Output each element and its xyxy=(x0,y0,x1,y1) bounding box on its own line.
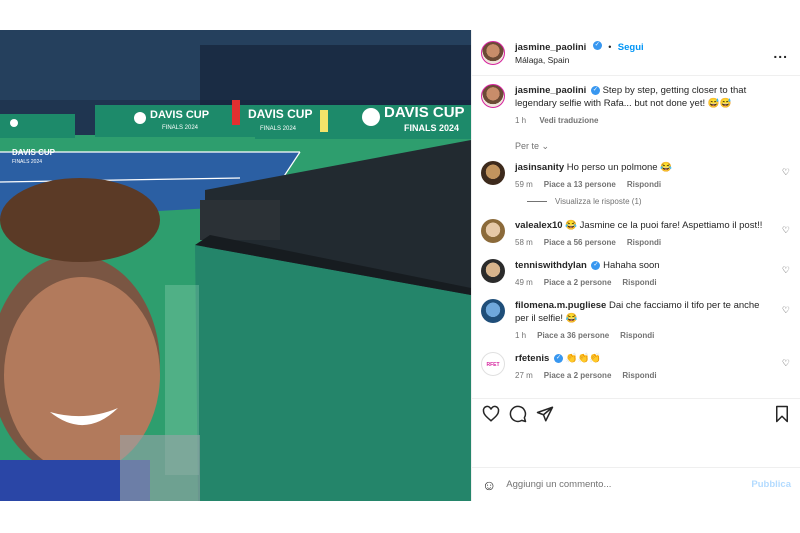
emoji-icon[interactable]: ☺ xyxy=(482,477,496,493)
comment-icon[interactable] xyxy=(509,405,527,423)
like-comment-icon[interactable]: ♡ xyxy=(782,305,790,316)
more-options-icon[interactable]: ... xyxy=(773,45,788,61)
commenter-avatar[interactable] xyxy=(481,161,505,185)
comments-list[interactable]: jasmine_paolini ✓ Step by step, getting … xyxy=(472,76,800,399)
reply-button[interactable]: Rispondi xyxy=(627,180,661,189)
comment-time[interactable]: 59 m xyxy=(515,180,533,189)
post-header: jasmine_paolini ✓ • Segui Málaga, Spain … xyxy=(472,30,800,76)
banner-mid-text: DAVIS CUP FINALS 2024 xyxy=(150,109,210,132)
reply-button[interactable]: Rispondi xyxy=(620,331,654,340)
comment-username[interactable]: tenniswithdylan xyxy=(515,260,587,271)
reply-button[interactable]: Rispondi xyxy=(622,371,656,380)
comment-username[interactable]: valealex10 xyxy=(515,220,563,231)
post-actions-bar xyxy=(472,398,800,428)
caption-username[interactable]: jasmine_paolini xyxy=(515,85,586,96)
comment-username[interactable]: rfetenis xyxy=(515,353,549,364)
verified-icon: ✓ xyxy=(590,85,600,95)
comment-username[interactable]: filomena.m.pugliese xyxy=(515,300,606,311)
banner-right-text: DAVIS CUP FINALS 2024 xyxy=(384,104,465,133)
bookmark-icon[interactable] xyxy=(773,405,791,423)
verified-icon: ✓ xyxy=(553,353,563,363)
comment-likes[interactable]: Piace a 2 persone xyxy=(544,278,612,287)
comment-time[interactable]: 49 m xyxy=(515,278,533,287)
comment-time[interactable]: 27 m xyxy=(515,371,533,380)
author-avatar[interactable] xyxy=(481,40,505,65)
heart-icon[interactable] xyxy=(482,405,500,423)
comment-text: 👏👏👏 xyxy=(565,353,602,364)
like-comment-icon[interactable]: ♡ xyxy=(782,265,790,276)
comment-time[interactable]: 58 m xyxy=(515,238,533,247)
separator-dot: • xyxy=(608,41,612,52)
comment-item: valealex10 😂 Jasmine ce la puoi fare! As… xyxy=(481,219,790,247)
commenter-avatar[interactable] xyxy=(481,219,505,243)
comment-username[interactable]: jasinsanity xyxy=(515,162,564,173)
comment-likes[interactable]: Piace a 36 persone xyxy=(537,331,609,340)
view-replies-link[interactable]: Visualizza le risposte (1) xyxy=(527,197,790,206)
comment-item: filomena.m.pugliese Dai che facciamo il … xyxy=(481,299,790,340)
like-comment-icon[interactable]: ♡ xyxy=(782,225,790,236)
caption-time[interactable]: 1 h xyxy=(515,116,526,125)
see-translation-link[interactable]: Vedi traduzione xyxy=(539,116,598,125)
reply-button[interactable]: Rispondi xyxy=(627,238,661,247)
comment-text: Ho perso un polmone 😂 xyxy=(566,162,673,173)
banner-left-text: DAVIS CUP FINALS 2024 xyxy=(248,107,313,132)
add-comment-bar: ☺ Pubblica xyxy=(472,467,800,501)
like-comment-icon[interactable]: ♡ xyxy=(782,358,790,369)
comment-likes[interactable]: Piace a 56 persone xyxy=(544,238,616,247)
instagram-post-page: DAVIS CUP FINALS 2024 DAVIS CUP FINALS 202… xyxy=(0,0,800,533)
post-header-info: jasmine_paolini ✓ • Segui Málaga, Spain xyxy=(515,39,773,67)
verified-icon: ✓ xyxy=(592,40,602,50)
add-comment-input[interactable] xyxy=(506,479,752,490)
comment-text: Hahaha soon xyxy=(603,260,660,271)
verified-icon: ✓ xyxy=(591,260,601,270)
like-comment-icon[interactable]: ♡ xyxy=(782,167,790,178)
comment-item: RFET rfetenis ✓ 👏👏👏 27 m Piace a 2 person… xyxy=(481,352,790,380)
commenter-avatar[interactable] xyxy=(481,259,505,283)
comment-likes[interactable]: Piace a 13 persone xyxy=(544,180,616,189)
banner-small-left-text: DAVIS CUP FINALS 2024 xyxy=(12,148,55,166)
chevron-down-icon: ⌄ xyxy=(541,141,550,151)
comment-likes[interactable]: Piace a 2 persone xyxy=(544,371,612,380)
commenter-avatar[interactable] xyxy=(481,299,505,323)
caption: jasmine_paolini ✓ Step by step, getting … xyxy=(481,84,790,125)
caption-avatar[interactable] xyxy=(481,84,505,108)
comment-item: tenniswithdylan ✓ Hahaha soon 49 m Piace … xyxy=(481,259,790,287)
comment-item: jasinsanity Ho perso un polmone 😂 59 m Pi… xyxy=(481,161,790,189)
selfie-court-image xyxy=(0,30,471,501)
publish-button[interactable]: Pubblica xyxy=(751,479,791,490)
post-location[interactable]: Málaga, Spain xyxy=(515,54,773,67)
comment-text: 😂 Jasmine ce la puoi fare! Aspettiamo il… xyxy=(565,220,763,231)
rfet-logo-avatar[interactable]: RFET xyxy=(481,352,505,376)
banner-small-left xyxy=(0,114,75,138)
share-icon[interactable] xyxy=(536,405,554,423)
post-side-panel: jasmine_paolini ✓ • Segui Málaga, Spain … xyxy=(471,30,800,501)
author-username[interactable]: jasmine_paolini xyxy=(515,42,586,53)
post-photo[interactable]: DAVIS CUP FINALS 2024 DAVIS CUP FINALS 202… xyxy=(0,30,471,501)
for-you-filter[interactable]: Per te ⌄ xyxy=(515,141,790,152)
follow-button[interactable]: Segui xyxy=(618,42,644,53)
reply-button[interactable]: Rispondi xyxy=(622,278,656,287)
comment-time[interactable]: 1 h xyxy=(515,331,526,340)
